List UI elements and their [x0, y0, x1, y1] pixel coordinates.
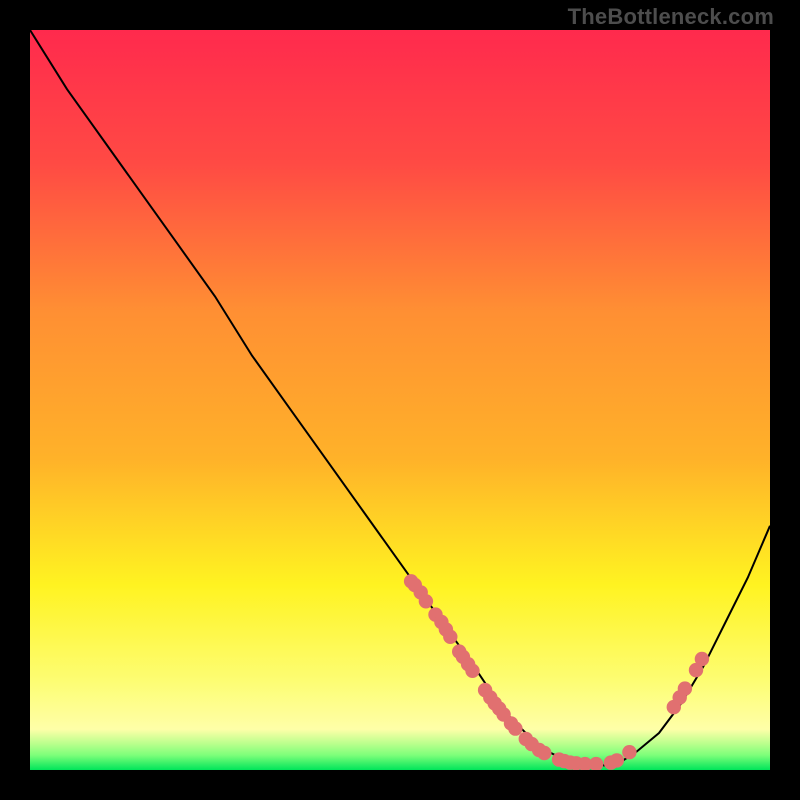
bottleneck-chart: [30, 30, 770, 770]
data-marker: [678, 681, 692, 695]
data-marker: [419, 594, 433, 608]
watermark-text: TheBottleneck.com: [568, 4, 774, 30]
data-marker: [622, 745, 636, 759]
data-marker: [695, 652, 709, 666]
gradient-background: [30, 30, 770, 770]
data-marker: [610, 753, 624, 767]
data-marker: [465, 664, 479, 678]
data-marker: [537, 746, 551, 760]
data-marker: [508, 721, 522, 735]
data-marker: [443, 630, 457, 644]
